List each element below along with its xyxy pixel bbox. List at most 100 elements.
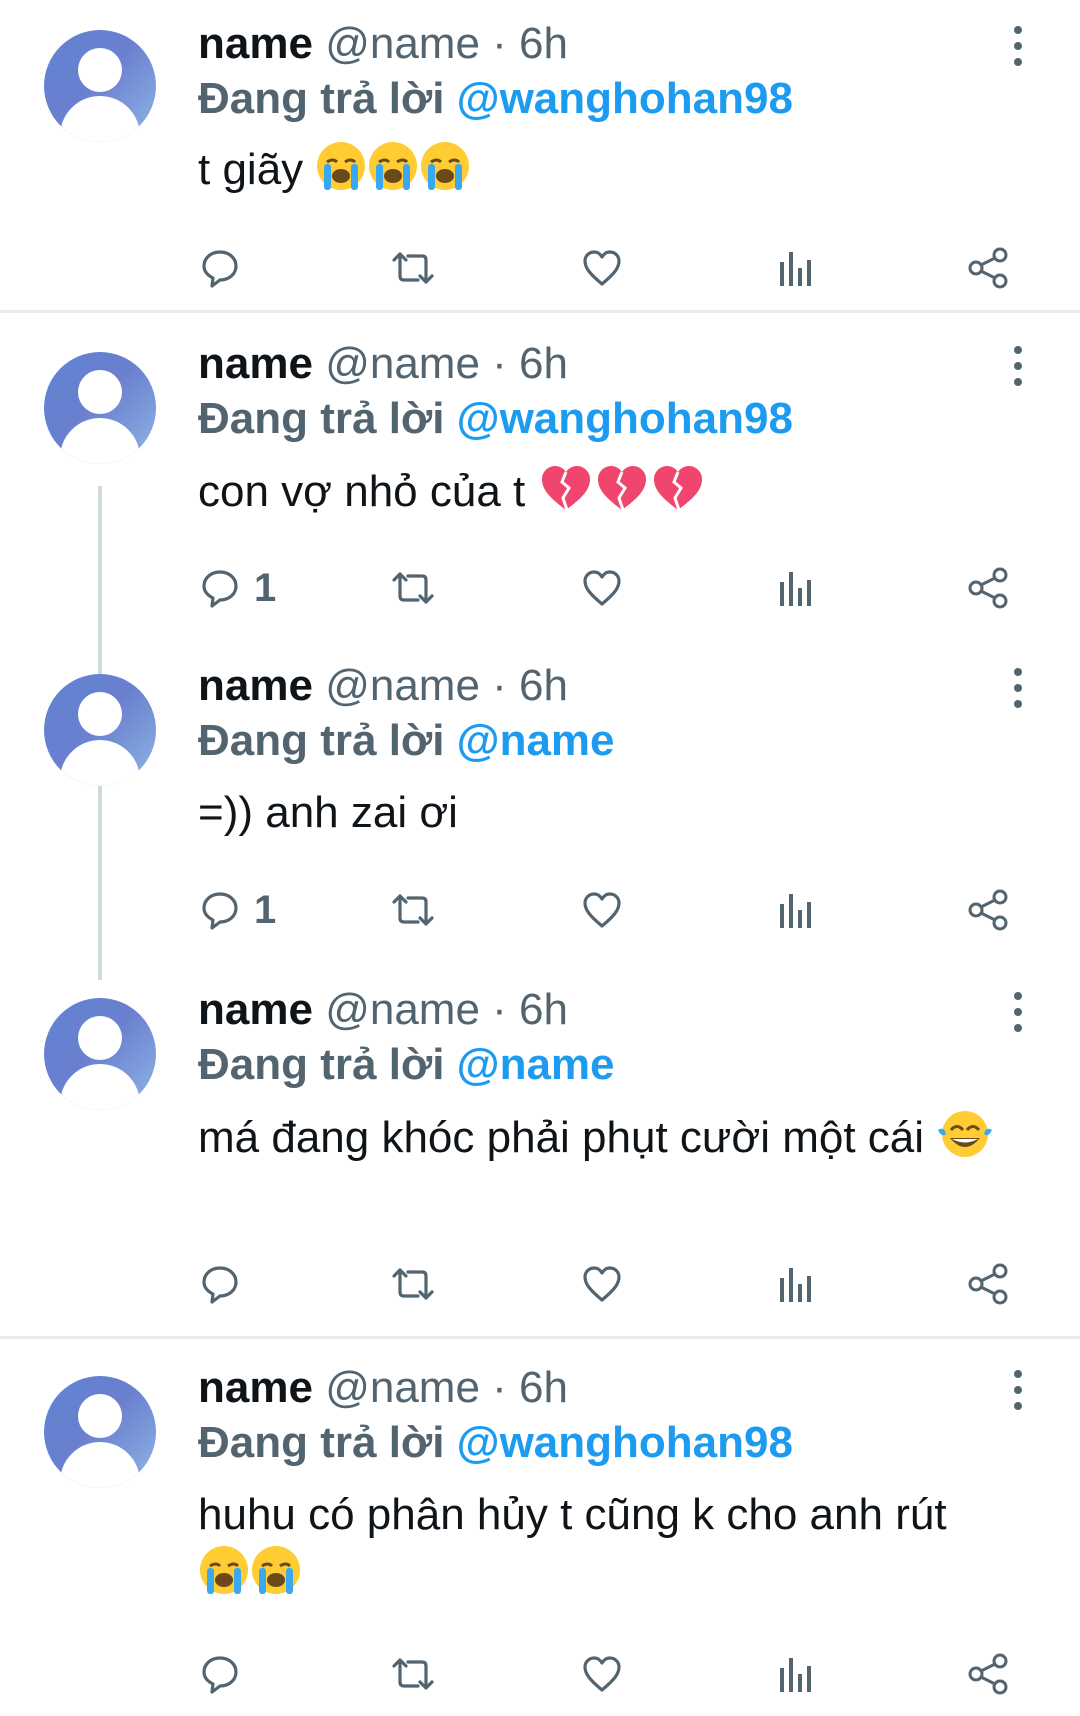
tweet-actions — [0, 1254, 1080, 1314]
tweet[interactable]: name @name · 6h Đang trả lời @name má đa… — [0, 966, 1080, 1326]
heart-icon — [583, 250, 621, 286]
avatar[interactable] — [44, 1376, 156, 1488]
retweet-button[interactable] — [388, 558, 438, 618]
reply-target-link[interactable]: @wanghohan98 — [457, 1418, 793, 1467]
separator: · — [492, 985, 507, 1034]
replying-to-label: Đang trả lời — [198, 1418, 445, 1467]
more-vertical-icon[interactable] — [1006, 990, 1030, 1034]
reply-button[interactable]: 1 — [198, 558, 276, 618]
avatar[interactable] — [44, 352, 156, 464]
replying-to-label: Đang trả lời — [198, 1040, 445, 1089]
tweet[interactable]: name @name · 6h Đang trả lời @wanghohan9… — [0, 320, 1080, 976]
display-name[interactable]: name — [198, 339, 313, 388]
like-button[interactable] — [580, 880, 624, 940]
handle[interactable]: @name — [325, 661, 480, 710]
reply-button[interactable] — [198, 1254, 254, 1314]
separator: · — [492, 339, 507, 388]
avatar[interactable] — [44, 30, 156, 142]
analytics-bars-icon — [780, 572, 811, 606]
timestamp[interactable]: 6h — [519, 661, 568, 710]
reply-target-link[interactable]: @name — [457, 1040, 615, 1089]
views-button[interactable] — [776, 1644, 816, 1704]
views-button[interactable] — [776, 558, 816, 618]
replying-to: Đang trả lời @wanghohan98 — [198, 1416, 793, 1470]
handle[interactable]: @name — [325, 339, 480, 388]
timestamp[interactable]: 6h — [519, 985, 568, 1034]
share-icon — [968, 889, 1008, 931]
share-button[interactable] — [966, 1644, 1010, 1704]
views-button[interactable] — [776, 880, 816, 940]
reply-button[interactable]: 1 — [198, 880, 276, 940]
more-vertical-icon[interactable] — [1006, 1368, 1030, 1412]
loudly-crying-face-emoji — [367, 140, 419, 207]
display-name[interactable]: name — [198, 985, 313, 1034]
share-button[interactable] — [966, 1254, 1010, 1314]
avatar[interactable] — [44, 674, 156, 786]
retweet-icon — [392, 1268, 434, 1300]
more-vertical-icon[interactable] — [1006, 344, 1030, 388]
more-vertical-icon[interactable] — [1006, 24, 1030, 68]
display-name[interactable]: name — [198, 1363, 313, 1412]
replying-to: Đang trả lời @wanghohan98 — [198, 392, 793, 446]
reply-target-link[interactable]: @wanghohan98 — [457, 74, 793, 123]
avatar[interactable] — [44, 998, 156, 1110]
retweet-button[interactable] — [388, 880, 438, 940]
tweet-actions — [0, 238, 1080, 298]
reply-bubble-icon — [202, 1656, 238, 1694]
tweet-header: name @name · 6h — [198, 660, 568, 712]
face-with-tears-of-joy-emoji — [936, 1108, 994, 1175]
tweet[interactable]: name @name · 6h Đang trả lời @wanghohan9… — [0, 1344, 1080, 1716]
reply-target-link[interactable]: @name — [457, 716, 615, 765]
share-button[interactable] — [966, 238, 1010, 298]
like-button[interactable] — [580, 558, 624, 618]
share-button[interactable] — [966, 880, 1010, 940]
retweet-button[interactable] — [388, 1644, 438, 1704]
share-button[interactable] — [966, 558, 1010, 618]
reply-count: 1 — [254, 887, 277, 932]
tweet[interactable]: name @name · 6h Đang trả lời @name =)) a… — [0, 642, 1080, 980]
replying-to: Đang trả lời @name — [198, 1038, 615, 1092]
retweet-icon — [392, 572, 434, 604]
tweet-actions — [0, 1644, 1080, 1704]
tweet-header: name @name · 6h — [198, 338, 568, 390]
tweet-text: t giãy — [198, 140, 998, 207]
like-button[interactable] — [580, 1254, 624, 1314]
share-icon — [968, 247, 1008, 289]
views-button[interactable] — [776, 1254, 816, 1314]
more-vertical-icon[interactable] — [1006, 666, 1030, 710]
reply-button[interactable] — [198, 238, 254, 298]
reply-target-link[interactable]: @wanghohan98 — [457, 394, 793, 443]
reply-count: 1 — [254, 565, 277, 610]
retweet-button[interactable] — [388, 238, 438, 298]
share-icon — [968, 1653, 1008, 1695]
tweet-text: con vợ nhỏ của t — [198, 462, 998, 529]
tweet-text: =)) anh zai ơi — [198, 784, 998, 842]
reply-button[interactable] — [198, 1644, 254, 1704]
reply-bubble-icon — [202, 892, 238, 930]
separator: · — [492, 19, 507, 68]
replying-to: Đang trả lời @wanghohan98 — [198, 72, 793, 126]
tweet-divider — [0, 1336, 1080, 1339]
loudly-crying-face-emoji — [315, 140, 367, 207]
tweet[interactable]: name @name · 6h Đang trả lời @wanghohan9… — [0, 0, 1080, 290]
timestamp[interactable]: 6h — [519, 1363, 568, 1412]
broken-heart-emoji — [594, 462, 650, 529]
timestamp[interactable]: 6h — [519, 339, 568, 388]
analytics-bars-icon — [780, 1658, 811, 1692]
retweet-button[interactable] — [388, 1254, 438, 1314]
display-name[interactable]: name — [198, 661, 313, 710]
handle[interactable]: @name — [325, 19, 480, 68]
analytics-bars-icon — [780, 252, 811, 286]
like-button[interactable] — [580, 1644, 624, 1704]
views-button[interactable] — [776, 238, 816, 298]
display-name[interactable]: name — [198, 19, 313, 68]
timestamp[interactable]: 6h — [519, 19, 568, 68]
tweet-header: name @name · 6h — [198, 984, 568, 1036]
tweet-header: name @name · 6h — [198, 18, 568, 70]
handle[interactable]: @name — [325, 1363, 480, 1412]
heart-icon — [583, 570, 621, 606]
tweet-text-body: má đang khóc phải phụt cười một cái — [198, 1113, 925, 1162]
like-button[interactable] — [580, 238, 624, 298]
handle[interactable]: @name — [325, 985, 480, 1034]
loudly-crying-face-emoji — [198, 1544, 250, 1611]
